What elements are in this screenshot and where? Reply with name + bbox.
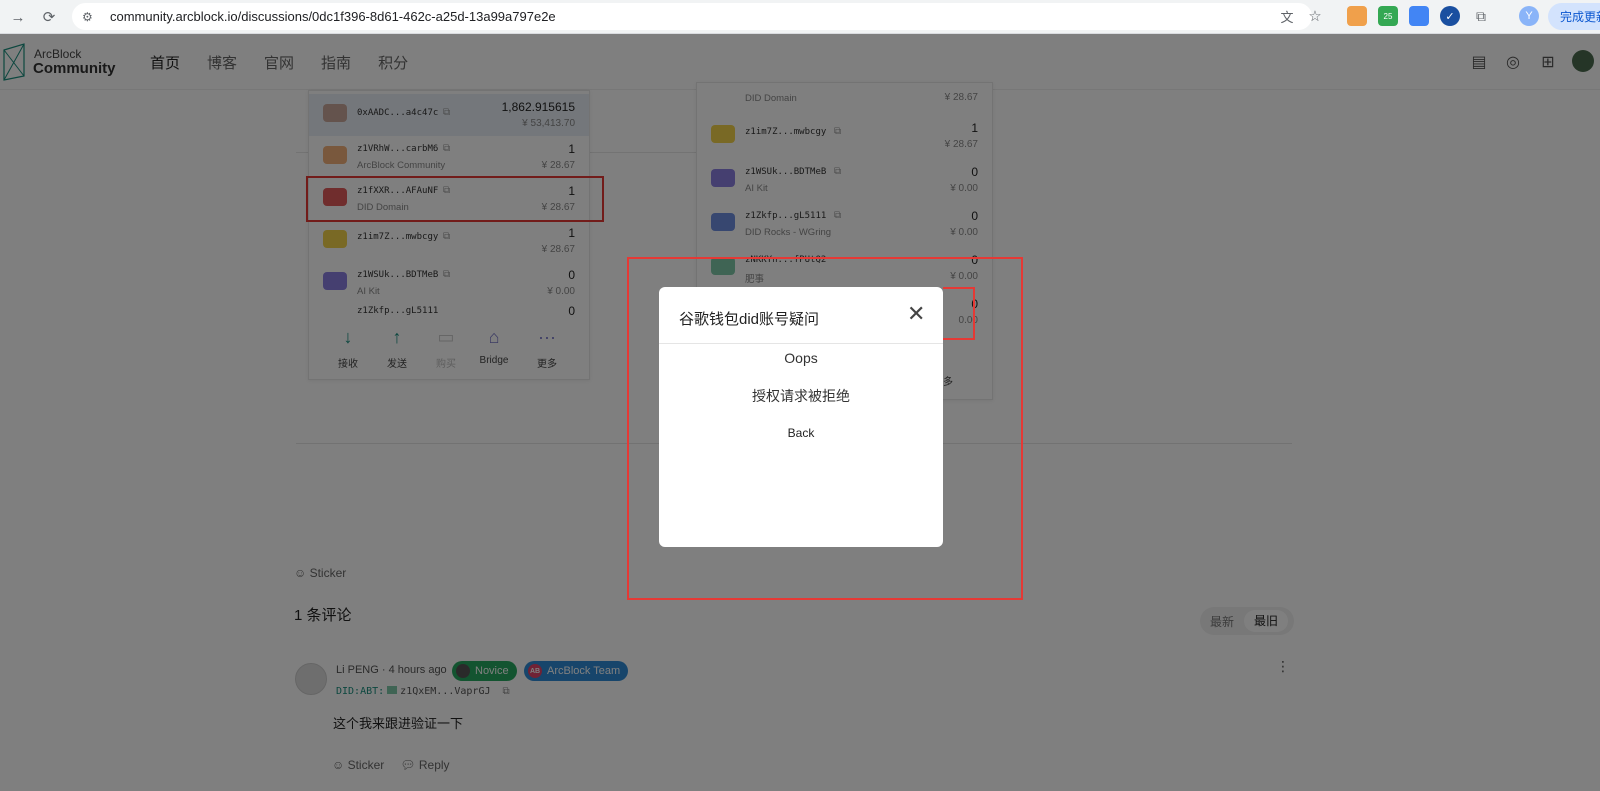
dialog-divider (659, 343, 943, 344)
profile-avatar[interactable]: Y (1519, 6, 1539, 26)
address-bar[interactable]: ⚙ community.arcblock.io/discussions/0dc1… (72, 3, 1312, 30)
highlight-box (943, 287, 975, 340)
check-extension-icon[interactable]: ✓ (1440, 6, 1460, 26)
update-button[interactable]: 完成更新 (1548, 3, 1600, 30)
dialog-message: 授权请求被拒绝 (752, 388, 850, 404)
error-dialog: 谷歌钱包did账号疑问 ✕ Oops 授权请求被拒绝 Back (659, 287, 943, 547)
metamask-icon[interactable] (1347, 6, 1367, 26)
back-button[interactable]: Back (771, 426, 831, 440)
screen-extension-icon[interactable] (1409, 6, 1429, 26)
forward-icon[interactable]: → (4, 3, 32, 31)
url-text: community.arcblock.io/discussions/0dc1f3… (110, 9, 556, 24)
bookmark-star-icon[interactable]: ☆ (1305, 6, 1325, 26)
puzzle-extensions-icon[interactable]: ⧉ (1471, 6, 1491, 26)
site-info-icon[interactable]: ⚙ (82, 10, 100, 24)
dialog-oops-heading: Oops (784, 350, 818, 366)
reload-icon[interactable]: ⟳ (35, 3, 63, 31)
close-icon[interactable]: ✕ (907, 303, 925, 325)
extension-badge-icon[interactable]: 25 (1378, 6, 1398, 26)
browser-toolbar: → ⟳ ⚙ community.arcblock.io/discussions/… (0, 0, 1600, 34)
translate-icon[interactable]: 文 (1277, 6, 1297, 26)
dialog-title: 谷歌钱包did账号疑问 (679, 311, 820, 328)
